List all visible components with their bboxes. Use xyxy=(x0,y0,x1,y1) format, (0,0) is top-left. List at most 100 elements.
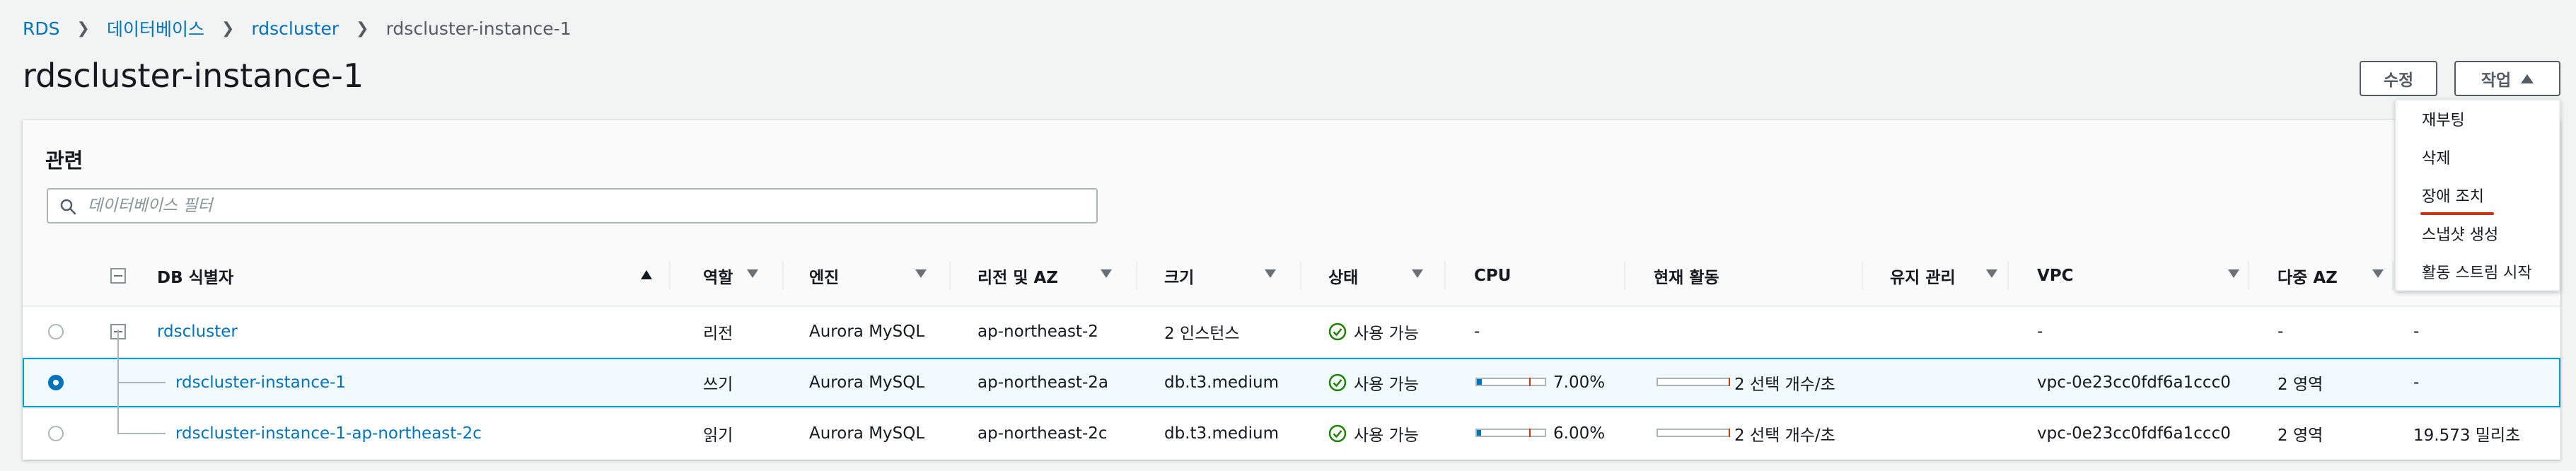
sort-icon[interactable] xyxy=(2372,269,2384,278)
sort-icon[interactable] xyxy=(1101,269,1112,278)
activity-cell: 2 선택 개수/초 xyxy=(1734,426,1835,445)
sort-icon[interactable] xyxy=(1265,269,1276,278)
vpc-cell: - xyxy=(2037,322,2043,341)
menu-item-start-activity-stream[interactable]: 활동 스트림 시작 xyxy=(2422,260,2532,283)
row-radio[interactable] xyxy=(48,375,64,390)
status-label: 사용 가능 xyxy=(1354,376,1419,394)
row-radio[interactable] xyxy=(48,324,64,339)
status-cell: 사용 가능 xyxy=(1328,358,1419,407)
breadcrumb: RDS ❯ 데이터베이스 ❯ rdscluster ❯ rdscluster-i… xyxy=(23,16,572,41)
menu-item-reboot[interactable]: 재부팅 xyxy=(2422,107,2465,130)
region-cell: ap-northeast-2c xyxy=(977,424,1108,443)
column-cpu[interactable]: CPU xyxy=(1474,246,1511,306)
role-cell: 읽기 xyxy=(703,426,733,445)
chevron-right-icon: ❯ xyxy=(76,19,90,37)
column-status[interactable]: 상태 xyxy=(1328,246,1358,306)
failover-highlight-underline xyxy=(2420,212,2494,215)
column-divider xyxy=(782,262,784,290)
collapse-all-icon[interactable] xyxy=(110,268,126,284)
column-region[interactable]: 리전 및 AZ xyxy=(977,246,1058,306)
column-divider xyxy=(2392,262,2394,290)
size-cell: db.t3.medium xyxy=(1164,373,1279,392)
column-maintenance[interactable]: 유지 관리 xyxy=(1890,246,1956,306)
page-title: rdscluster-instance-1 xyxy=(23,57,364,95)
activity-threshold-marker xyxy=(1729,429,1730,437)
check-circle-icon xyxy=(1328,424,1347,443)
column-divider xyxy=(1624,262,1625,290)
actions-button-label: 작업 xyxy=(2481,71,2512,90)
table-row[interactable]: rdscluster 리전 Aurora MySQL ap-northeast-… xyxy=(23,307,2560,356)
multi-az-cell: 2 영역 xyxy=(2278,426,2323,445)
database-filter-input[interactable] xyxy=(88,190,1078,222)
column-size[interactable]: 크기 xyxy=(1164,246,1194,306)
extra-cell: 19.573 밀리초 xyxy=(2413,426,2521,445)
database-filter[interactable] xyxy=(47,188,1098,223)
check-circle-icon xyxy=(1328,322,1347,341)
status-cell: 사용 가능 xyxy=(1328,409,1419,458)
cpu-threshold-marker xyxy=(1529,429,1531,437)
breadcrumb-cluster-link[interactable]: rdscluster xyxy=(251,18,339,39)
tree-connector xyxy=(117,382,166,383)
actions-button[interactable]: 작업 xyxy=(2454,61,2560,96)
related-panel: 관련 DB 식별자 역할 엔진 xyxy=(23,120,2560,460)
sort-icon[interactable] xyxy=(915,269,927,278)
engine-cell: Aurora MySQL xyxy=(809,373,925,392)
column-db-id[interactable]: DB 식별자 xyxy=(157,246,233,306)
engine-cell: Aurora MySQL xyxy=(809,322,925,341)
related-panel-header: 관련 DB 식별자 역할 엔진 xyxy=(23,120,2560,307)
edit-button-label: 수정 xyxy=(2383,71,2414,90)
status-cell: 사용 가능 xyxy=(1328,307,1419,356)
multi-az-cell: 2 영역 xyxy=(2278,376,2323,394)
db-id-link[interactable]: rdscluster-instance-1 xyxy=(175,358,346,407)
sort-icon[interactable] xyxy=(747,269,758,278)
tree-connector xyxy=(117,433,166,434)
table-header: DB 식별자 역할 엔진 리전 및 AZ 크기 상태 CPU 현재 활동 유지 … xyxy=(23,246,2560,306)
menu-item-create-snapshot[interactable]: 스냅샷 생성 xyxy=(2422,222,2498,245)
caret-up-icon xyxy=(2521,74,2534,83)
sort-icon[interactable] xyxy=(2228,269,2239,278)
column-divider xyxy=(669,262,671,290)
column-divider xyxy=(2007,262,2009,290)
column-divider xyxy=(1136,262,1137,290)
extra-cell: - xyxy=(2413,322,2420,341)
column-engine[interactable]: 엔진 xyxy=(809,246,839,306)
edit-button[interactable]: 수정 xyxy=(2360,61,2437,96)
chevron-right-icon: ❯ xyxy=(221,19,235,37)
role-cell: 쓰기 xyxy=(703,376,733,394)
column-role[interactable]: 역할 xyxy=(703,246,733,306)
status-label: 사용 가능 xyxy=(1354,426,1419,445)
sort-icon[interactable] xyxy=(1986,269,1997,278)
menu-item-failover[interactable]: 장애 조치 xyxy=(2422,184,2484,207)
size-cell: db.t3.medium xyxy=(1164,424,1279,443)
status-label: 사용 가능 xyxy=(1354,325,1419,343)
column-divider xyxy=(1862,262,1863,290)
size-cell: 2 인스턴스 xyxy=(1164,325,1240,343)
vpc-cell: vpc-0e23cc0fdf6a1ccc0 xyxy=(2037,373,2231,392)
breadcrumb-rds-link[interactable]: RDS xyxy=(23,18,60,39)
menu-item-delete[interactable]: 삭제 xyxy=(2422,146,2450,168)
sort-icon[interactable] xyxy=(1412,269,1423,278)
role-cell: 리전 xyxy=(703,325,733,343)
chevron-right-icon: ❯ xyxy=(356,19,369,37)
search-icon xyxy=(60,199,76,215)
table-row[interactable]: rdscluster-instance-1-ap-northeast-2c 읽기… xyxy=(23,409,2560,458)
extra-cell: - xyxy=(2413,373,2420,392)
db-id-link[interactable]: rdscluster xyxy=(157,307,238,356)
activity-bar xyxy=(1657,429,1730,437)
cpu-bar-fill xyxy=(1477,430,1481,436)
column-vpc[interactable]: VPC xyxy=(2037,246,2074,306)
breadcrumb-databases-link[interactable]: 데이터베이스 xyxy=(107,16,204,41)
cpu-threshold-marker xyxy=(1529,378,1531,386)
row-radio[interactable] xyxy=(48,426,64,441)
cpu-cell: - xyxy=(1474,322,1480,341)
engine-cell: Aurora MySQL xyxy=(809,424,925,443)
db-id-link[interactable]: rdscluster-instance-1-ap-northeast-2c xyxy=(175,409,482,458)
column-activity[interactable]: 현재 활동 xyxy=(1654,246,1719,306)
activity-cell: 2 선택 개수/초 xyxy=(1734,376,1835,394)
table-row[interactable]: rdscluster-instance-1 쓰기 Aurora MySQL ap… xyxy=(23,358,2560,407)
column-multi-az[interactable]: 다중 AZ xyxy=(2278,246,2338,306)
sort-ascending-icon[interactable] xyxy=(641,270,652,279)
actions-dropdown-menu: 재부팅 삭제 장애 조치 스냅샷 생성 활동 스트림 시작 xyxy=(2395,99,2560,291)
multi-az-cell: - xyxy=(2278,322,2284,341)
cpu-cell: 7.00% xyxy=(1553,373,1606,392)
